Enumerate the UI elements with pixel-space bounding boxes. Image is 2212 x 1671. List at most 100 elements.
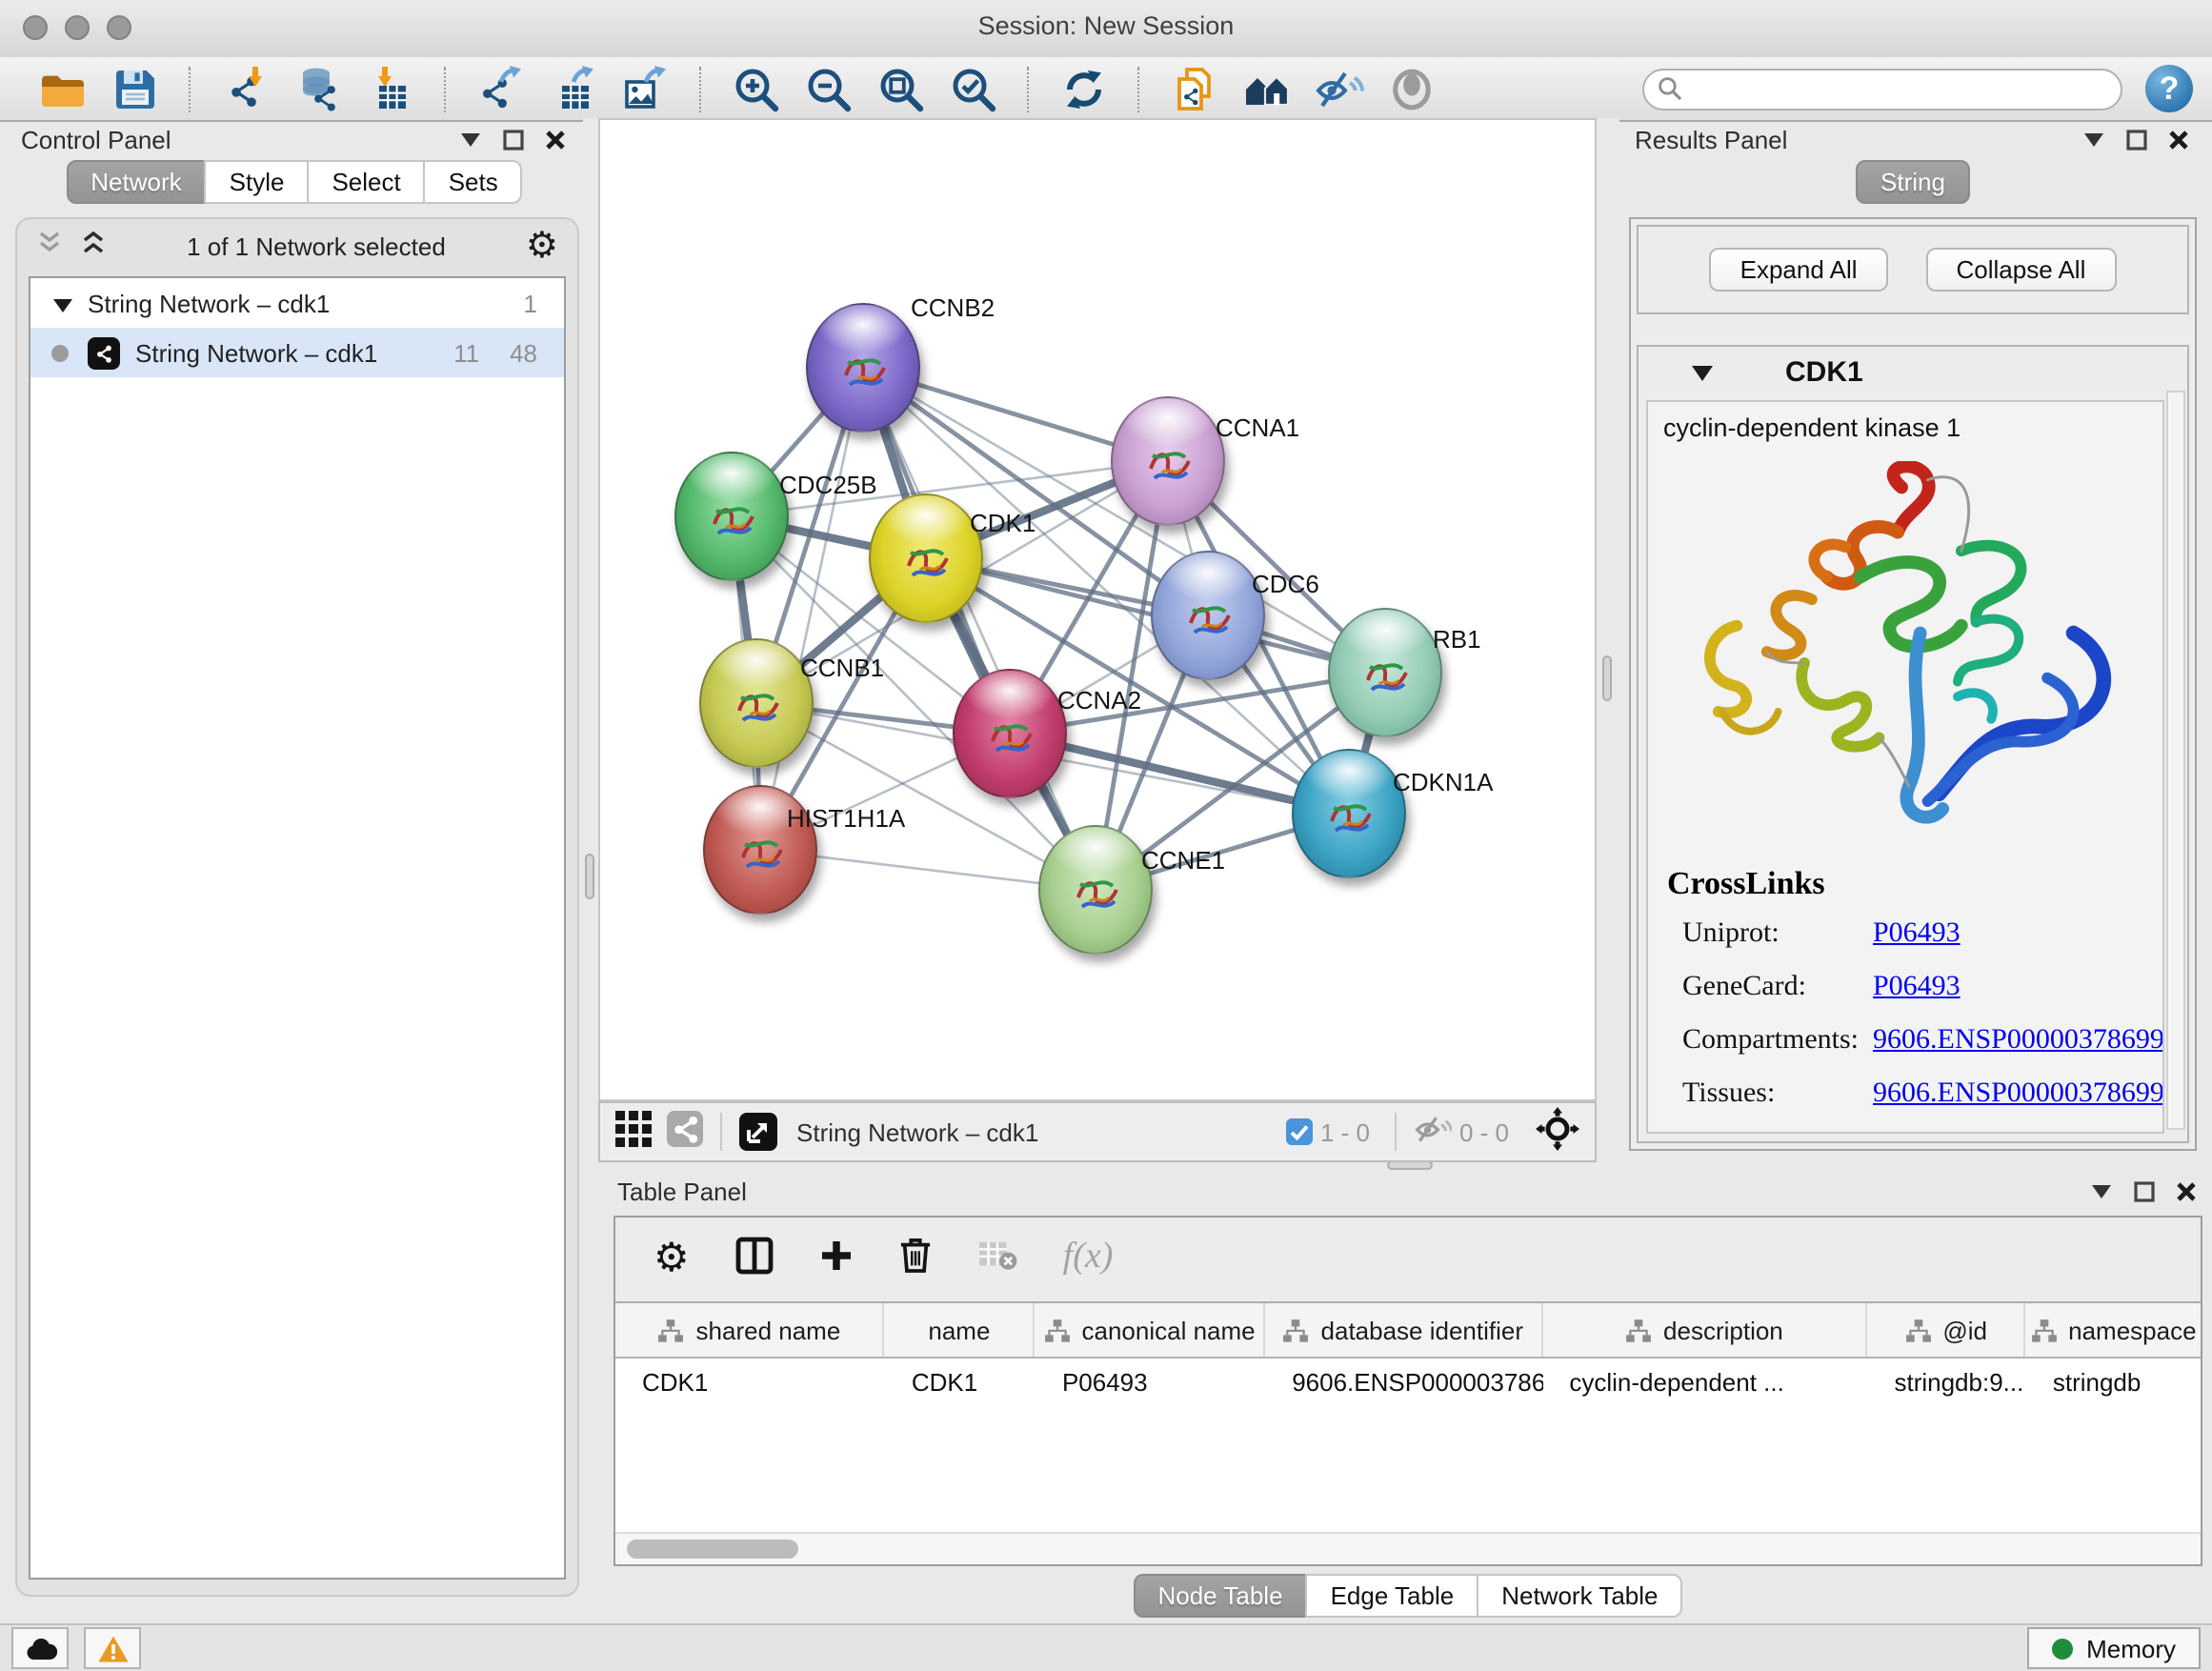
- delete-column-icon[interactable]: [899, 1237, 932, 1278]
- cell-name[interactable]: CDK1: [885, 1359, 1036, 1408]
- open-session-button[interactable]: [34, 62, 91, 115]
- right-splitter[interactable]: [1597, 118, 1619, 1162]
- uniprot-link[interactable]: P06493: [1873, 918, 2164, 951]
- float-panel-icon[interactable]: [2130, 1178, 2157, 1204]
- panel-menu-icon[interactable]: [2088, 1178, 2115, 1204]
- close-panel-icon[interactable]: [2164, 126, 2191, 152]
- network-node-CCNB2[interactable]: [806, 303, 920, 433]
- grid-view-icon[interactable]: [615, 1111, 652, 1153]
- right-splitter-handle[interactable]: [1602, 655, 1612, 701]
- tab-sets[interactable]: Sets: [424, 160, 523, 204]
- cell-shared-name[interactable]: CDK1: [615, 1359, 885, 1408]
- warning-button[interactable]: [84, 1627, 141, 1669]
- column-header[interactable]: name: [885, 1303, 1036, 1357]
- network-node-CDC25B[interactable]: [674, 452, 789, 581]
- import-network-from-file-button[interactable]: [217, 62, 274, 115]
- network-node-CDKN1A[interactable]: [1292, 749, 1406, 878]
- export-image-button[interactable]: [617, 62, 674, 115]
- memory-button[interactable]: Memory: [2027, 1627, 2201, 1669]
- tab-network-table[interactable]: Network Table: [1477, 1574, 1682, 1618]
- cell-database-identifier[interactable]: 9606.ENSP00000378699: [1265, 1359, 1542, 1408]
- close-panel-icon[interactable]: [2172, 1178, 2199, 1204]
- hidden-eye-icon[interactable]: [1414, 1113, 1452, 1151]
- entry-collapse-icon[interactable]: [1692, 357, 1713, 386]
- zoom-out-button[interactable]: [800, 62, 857, 115]
- table-row[interactable]: CDK1 CDK1 P06493 9606.ENSP00000378699 cy…: [615, 1359, 2201, 1408]
- tissues-link[interactable]: 9606.ENSP00000378699: [1873, 1078, 2164, 1111]
- table-header-row: shared name name canonical name database…: [615, 1303, 2201, 1359]
- panel-menu-icon[interactable]: [457, 126, 484, 152]
- compartments-link[interactable]: 9606.ENSP00000378699: [1873, 1025, 2164, 1057]
- show-columns-icon[interactable]: [735, 1236, 774, 1279]
- export-network-button[interactable]: [473, 62, 530, 115]
- column-header[interactable]: canonical name: [1036, 1303, 1265, 1357]
- help-button[interactable]: ?: [2145, 65, 2193, 112]
- tab-style[interactable]: Style: [205, 160, 310, 204]
- add-column-icon[interactable]: [819, 1238, 854, 1278]
- search-input[interactable]: [1642, 68, 2122, 110]
- node-label-CDC25B: CDC25B: [779, 471, 877, 499]
- genecard-link[interactable]: P06493: [1873, 972, 2164, 1004]
- crosslink-label: Pharos:: [1682, 1132, 1873, 1134]
- show-hide-graphics-details-button[interactable]: [1311, 62, 1368, 115]
- refresh-network-button[interactable]: [1056, 62, 1113, 115]
- tab-string[interactable]: String: [1856, 160, 1970, 204]
- left-splitter-handle[interactable]: [585, 854, 594, 899]
- tab-node-table[interactable]: Node Table: [1133, 1574, 1307, 1618]
- cell-id[interactable]: stringdb:9...: [1867, 1359, 2025, 1408]
- network-collection-row[interactable]: String Network – cdk1 1: [30, 278, 564, 328]
- cloud-button[interactable]: [11, 1627, 69, 1669]
- table-settings-gear-icon[interactable]: ⚙: [654, 1238, 690, 1278]
- column-header[interactable]: namespace: [2026, 1303, 2201, 1357]
- export-table-button[interactable]: [545, 62, 602, 115]
- cell-canonical-name[interactable]: P06493: [1036, 1359, 1265, 1408]
- column-header[interactable]: database identifier: [1265, 1303, 1542, 1357]
- network-node-CDC6[interactable]: [1151, 551, 1265, 680]
- network-node-RB1[interactable]: [1328, 608, 1442, 737]
- network-node-CCNB1[interactable]: [699, 638, 814, 768]
- network-node-CCNA1[interactable]: [1111, 396, 1225, 526]
- collection-expand-icon[interactable]: [53, 289, 72, 317]
- tab-select[interactable]: Select: [307, 160, 425, 204]
- network-canvas[interactable]: CCNB2CCNA1CDC25BCDK1CDC6RB1CCNB1CCNA2CDK…: [598, 118, 1597, 1101]
- import-table-from-file-button[interactable]: [362, 62, 419, 115]
- birds-eye-view-icon[interactable]: [739, 1113, 777, 1151]
- fit-selected-crosshair-icon[interactable]: [1536, 1107, 1579, 1157]
- expand-all-button[interactable]: Expand All: [1710, 248, 1888, 292]
- save-session-button[interactable]: [107, 62, 164, 115]
- results-scrollbar[interactable]: [2166, 391, 2185, 1130]
- network-overview-button[interactable]: [1238, 62, 1296, 115]
- network-share-icon[interactable]: [667, 1111, 703, 1153]
- network-node-CCNE1[interactable]: [1038, 825, 1153, 955]
- protein-entry-header[interactable]: CDK1: [1639, 347, 2187, 396]
- zoom-in-button[interactable]: [728, 62, 785, 115]
- collapse-all-icon[interactable]: [36, 231, 63, 261]
- selected-checkbox[interactable]: [1286, 1118, 1313, 1145]
- column-header[interactable]: shared name: [615, 1303, 885, 1357]
- zoom-fit-content-button[interactable]: [873, 62, 930, 115]
- column-header[interactable]: description: [1542, 1303, 1867, 1357]
- panel-menu-icon[interactable]: [2081, 126, 2107, 152]
- network-row-selected[interactable]: String Network – cdk1 1148: [30, 328, 564, 377]
- zoom-selected-button[interactable]: [945, 62, 1002, 115]
- column-header[interactable]: @id: [1867, 1303, 2025, 1357]
- import-network-from-database-button[interactable]: [290, 62, 347, 115]
- tab-edge-table[interactable]: Edge Table: [1306, 1574, 1479, 1618]
- network-node-CDK1[interactable]: [869, 493, 983, 623]
- scrollbar-thumb[interactable]: [627, 1540, 798, 1559]
- close-panel-icon[interactable]: [541, 126, 568, 152]
- float-panel-icon[interactable]: [499, 126, 526, 152]
- tab-network[interactable]: Network: [66, 160, 206, 204]
- expand-all-icon[interactable]: [80, 231, 107, 261]
- float-panel-icon[interactable]: [2122, 126, 2149, 152]
- clone-network-button[interactable]: [1166, 62, 1223, 115]
- cell-namespace[interactable]: stringdb: [2026, 1359, 2201, 1408]
- collapse-all-button[interactable]: Collapse All: [1926, 248, 2117, 292]
- pharos-link[interactable]: P06493: [1873, 1132, 2164, 1134]
- collection-count: 1: [524, 289, 564, 317]
- cell-description[interactable]: cyclin-dependent ...: [1542, 1359, 1867, 1408]
- table-horizontal-scrollbar[interactable]: [615, 1532, 2201, 1564]
- gear-icon[interactable]: ⚙: [526, 228, 558, 264]
- current-network-dot: [51, 344, 69, 361]
- network-node-CCNA2[interactable]: [953, 669, 1067, 798]
